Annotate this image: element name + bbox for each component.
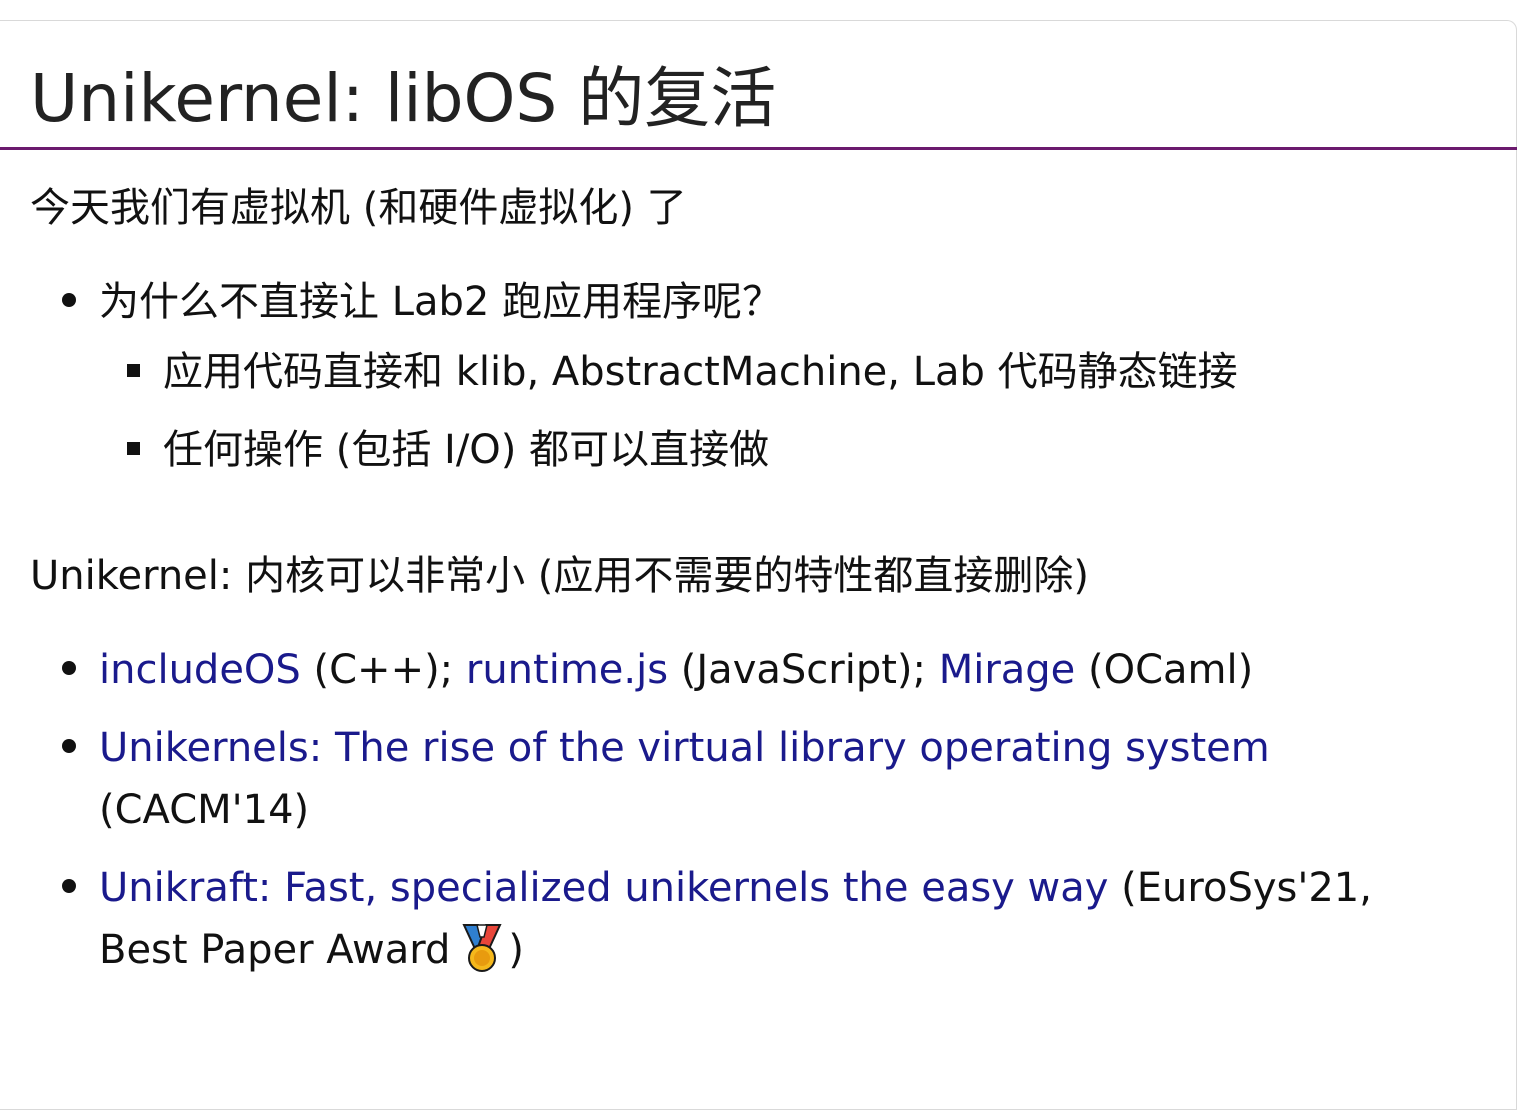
list-item: Unikernels: The rise of the virtual libr… <box>0 717 1440 841</box>
list-item-text: 为什么不直接让 Lab2 跑应用程序呢？ <box>99 279 783 325</box>
bullet-dot <box>62 739 76 753</box>
page-title: Unikernel: libOS 的复活 <box>30 60 777 137</box>
sub-list-item: 应用代码直接和 klib, AbstractMachine, Lab 代码静态链… <box>99 341 1440 403</box>
link-runtimejs[interactable]: runtime.js <box>466 647 668 693</box>
link-includeos[interactable]: includeOS <box>99 647 301 693</box>
bullet-dot <box>62 661 76 675</box>
bullet-dot <box>62 879 76 893</box>
intro-paragraph-unikernel: Unikernel: 内核可以非常小 (应用不需要的特性都直接删除) <box>30 553 1090 599</box>
medal-icon <box>462 924 502 972</box>
bullet-list-lab2: 为什么不直接让 Lab2 跑应用程序呢？ 应用代码直接和 klib, Abstr… <box>0 271 1440 497</box>
bullet-list-unikernels: includeOS (C++); runtime.js (JavaScript)… <box>0 639 1440 997</box>
list-item: Unikraft: Fast, specialized unikernels t… <box>0 857 1440 981</box>
sub-list-item: 任何操作 (包括 I/O) 都可以直接做 <box>99 419 1440 481</box>
title-divider <box>0 147 1517 150</box>
list-item: 为什么不直接让 Lab2 跑应用程序呢？ 应用代码直接和 klib, Abstr… <box>0 271 1440 481</box>
link-mirage[interactable]: Mirage <box>939 647 1076 693</box>
text-cacm: (CACM'14) <box>99 787 310 833</box>
sub-list: 应用代码直接和 klib, AbstractMachine, Lab 代码静态链… <box>99 341 1440 481</box>
text-ocaml: (OCaml) <box>1075 647 1254 693</box>
intro-paragraph-virtualization: 今天我们有虚拟机 (和硬件虚拟化) 了 <box>30 185 687 231</box>
bullet-square <box>127 364 140 377</box>
list-item: includeOS (C++); runtime.js (JavaScript)… <box>0 639 1440 701</box>
bullet-square <box>127 442 140 455</box>
slide: Unikernel: libOS 的复活 今天我们有虚拟机 (和硬件虚拟化) 了… <box>0 20 1517 1110</box>
text-javascript: (JavaScript); <box>668 647 939 693</box>
text-close-paren: ) <box>508 927 524 973</box>
sub-list-item-text: 应用代码直接和 klib, AbstractMachine, Lab 代码静态链… <box>163 349 1238 395</box>
link-unikraft-paper[interactable]: Unikraft: Fast, specialized unikernels t… <box>99 865 1108 911</box>
bullet-dot <box>62 293 76 307</box>
text-cpp: (C++); <box>300 647 466 693</box>
link-unikernels-paper[interactable]: Unikernels: The rise of the virtual libr… <box>99 725 1270 771</box>
sub-list-item-text: 任何操作 (包括 I/O) 都可以直接做 <box>163 427 770 473</box>
